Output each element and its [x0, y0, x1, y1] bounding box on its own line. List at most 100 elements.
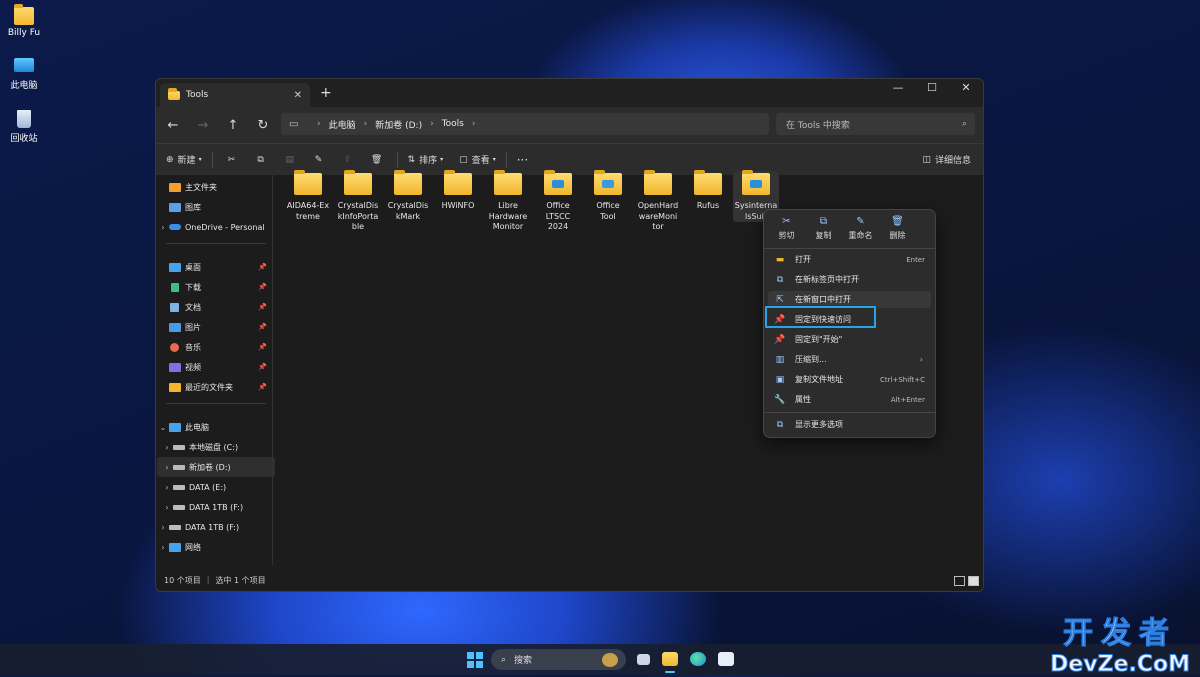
sidebar-item-desktop[interactable]: 桌面 📌	[157, 257, 271, 277]
new-button[interactable]: ⊕ 新建 ▾	[166, 153, 202, 167]
chevron-right-icon[interactable]: ›	[161, 503, 173, 512]
sidebar-item-pictures[interactable]: 图片 📌	[157, 317, 271, 337]
close-tab-icon[interactable]: ✕	[294, 90, 302, 101]
file-explorer-taskbar-icon[interactable]	[662, 652, 678, 666]
file-item-crystaldiskmark[interactable]: CrystalDis kMark	[386, 170, 430, 222]
status-bar: 10 个项目 | 选中 1 个项目	[164, 575, 266, 586]
cut-button[interactable]: ✂	[222, 155, 242, 165]
file-item-openhardwaremonitor[interactable]: OpenHard wareMoni tor	[636, 170, 680, 233]
sidebar-item-label: 新加卷 (D:)	[189, 462, 231, 472]
menu-item-open[interactable]: ▬ 打开 Enter	[768, 251, 931, 268]
chevron-right-icon[interactable]: ›	[157, 543, 169, 552]
maximize-button[interactable]: ☐	[915, 79, 949, 97]
delete-action[interactable]: 🗑 删除	[879, 216, 916, 250]
copy-button[interactable]: ⧉	[251, 155, 271, 165]
sidebar-item-downloads[interactable]: 下载 📌	[157, 277, 271, 297]
file-item-rufus[interactable]: Rufus	[686, 170, 730, 212]
desktop-icon-this-pc[interactable]: 此电脑	[0, 58, 48, 91]
address-bar[interactable]: ▭ › 此电脑 › 新加卷 (D:) › Tools ›	[281, 113, 769, 135]
taskbar-search[interactable]: ⌕ 搜索	[491, 649, 626, 670]
forward-button[interactable]: →	[188, 118, 218, 133]
task-view-icon[interactable]	[637, 654, 650, 665]
sidebar-item-this-pc[interactable]: ⌄ 此电脑	[157, 417, 271, 437]
breadcrumb-drive-d[interactable]: 新加卷 (D:)	[375, 118, 422, 131]
document-icon	[170, 302, 179, 312]
breadcrumb-tools[interactable]: Tools	[442, 119, 464, 129]
tab-tools[interactable]: Tools ✕	[160, 83, 310, 107]
file-item-hwinfo[interactable]: HWiNFO	[436, 170, 480, 212]
file-item-crystaldiskinfo[interactable]: CrystalDis kInfoPorta ble	[336, 170, 380, 233]
sidebar-item-home[interactable]: 主文件夹	[157, 177, 271, 197]
file-item-office-ltscc-2024[interactable]: Office LTSCC 2024	[536, 170, 580, 233]
paste-button[interactable]: ▤	[280, 155, 300, 165]
edge-icon[interactable]	[690, 652, 706, 666]
chevron-right-icon[interactable]: ›	[161, 443, 173, 452]
sidebar-item-videos[interactable]: 视频 📌	[157, 357, 271, 377]
minimize-button[interactable]: —	[881, 79, 915, 97]
breadcrumb-this-pc[interactable]: 此电脑	[329, 118, 356, 131]
chevron-right-icon[interactable]: ›	[157, 223, 169, 232]
new-tab-button[interactable]: +	[320, 85, 332, 101]
more-button[interactable]: ···	[517, 153, 528, 167]
search-icon: ⌕	[961, 119, 967, 129]
chevron-right-icon: ›	[363, 119, 368, 129]
details-pane-button[interactable]: ◫ 详细信息	[922, 153, 971, 167]
sidebar-item-drive-f-root[interactable]: › DATA 1TB (F:)	[157, 517, 271, 537]
drive-icon	[173, 504, 185, 510]
copy-icon: ⧉	[819, 216, 828, 227]
rename-action[interactable]: ✎ 重命名	[842, 216, 879, 250]
chevron-right-icon[interactable]: ›	[161, 483, 173, 492]
file-item-office-tool[interactable]: Office Tool	[586, 170, 630, 222]
rename-button[interactable]: ✎	[309, 155, 329, 165]
sidebar-item-onedrive[interactable]: › OneDrive - Personal	[157, 217, 271, 237]
sidebar-item-drive-d[interactable]: › 新加卷 (D:)	[157, 457, 275, 477]
sidebar-item-label: DATA (E:)	[189, 482, 227, 492]
file-name-line: Monitor	[492, 222, 524, 231]
sidebar-item-recent-folders[interactable]: 最近的文件夹 📌	[157, 377, 271, 397]
sidebar-item-documents[interactable]: 文档 📌	[157, 297, 271, 317]
cut-action[interactable]: ✂ 剪切	[768, 216, 805, 250]
share-button[interactable]: ⇪	[338, 155, 358, 165]
selected-count: 选中 1 个项目	[215, 576, 266, 585]
desktop-icon-recycle-bin[interactable]: 回收站	[0, 110, 48, 144]
details-view-icon[interactable]	[954, 576, 965, 586]
pane-divider[interactable]	[272, 175, 273, 565]
sidebar-item-gallery[interactable]: 图库	[157, 197, 271, 217]
copy-action[interactable]: ⧉ 复制	[805, 216, 842, 250]
menu-item-show-more-options[interactable]: ⧉ 显示更多选项	[768, 416, 931, 433]
file-item-libre-hardware-monitor[interactable]: Libre Hardware Monitor	[486, 170, 530, 233]
refresh-button[interactable]: ↻	[248, 118, 278, 133]
menu-item-properties[interactable]: 🔧 属性 Alt+Enter	[768, 391, 931, 408]
folder-icon	[594, 170, 622, 195]
sort-button[interactable]: ⇅ 排序 ▾	[408, 153, 444, 167]
sidebar-item-music[interactable]: 音乐 📌	[157, 337, 271, 357]
up-button[interactable]: ↑	[218, 118, 248, 133]
large-icons-view-icon[interactable]	[968, 576, 979, 586]
back-button[interactable]: ←	[158, 118, 188, 133]
menu-item-copy-path[interactable]: ▣ 复制文件地址 Ctrl+Shift+C	[768, 371, 931, 388]
file-item-aida64[interactable]: AIDA64-Ex treme	[286, 170, 330, 222]
sidebar-item-drive-e[interactable]: › DATA (E:)	[157, 477, 275, 497]
scissors-icon: ✂	[782, 216, 791, 227]
sidebar-item-drive-f[interactable]: › DATA 1TB (F:)	[157, 497, 275, 517]
chevron-right-icon: ›	[471, 119, 476, 129]
sidebar-item-drive-c[interactable]: › 本地磁盘 (C:)	[157, 437, 275, 457]
chevron-right-icon[interactable]: ›	[161, 463, 173, 472]
chevron-down-icon[interactable]: ⌄	[157, 423, 169, 432]
active-app-indicator	[665, 671, 675, 673]
search-input[interactable]: 在 Tools 中搜索 ⌕	[776, 113, 975, 135]
menu-item-compress[interactable]: ▥ 压缩到... ›	[768, 351, 931, 368]
file-name-line: LTSCC	[545, 211, 571, 221]
store-icon[interactable]	[718, 652, 734, 666]
desktop-icon-billy-fu[interactable]: Billy Fu	[0, 4, 48, 38]
view-button[interactable]: ▢ 查看 ▾	[459, 153, 496, 167]
sidebar-item-network[interactable]: › 网络	[157, 537, 271, 557]
menu-item-open-new-tab[interactable]: ⧉ 在新标签页中打开	[768, 271, 931, 288]
chevron-right-icon[interactable]: ›	[157, 523, 169, 532]
start-button[interactable]	[467, 652, 483, 668]
toolbar-separator	[505, 151, 507, 168]
file-name-line: CrystalDis	[337, 201, 379, 210]
delete-button[interactable]: 🗑	[367, 155, 387, 165]
close-button[interactable]: ✕	[949, 79, 983, 97]
menu-item-pin-start[interactable]: 📌 固定到"开始"	[768, 331, 931, 348]
